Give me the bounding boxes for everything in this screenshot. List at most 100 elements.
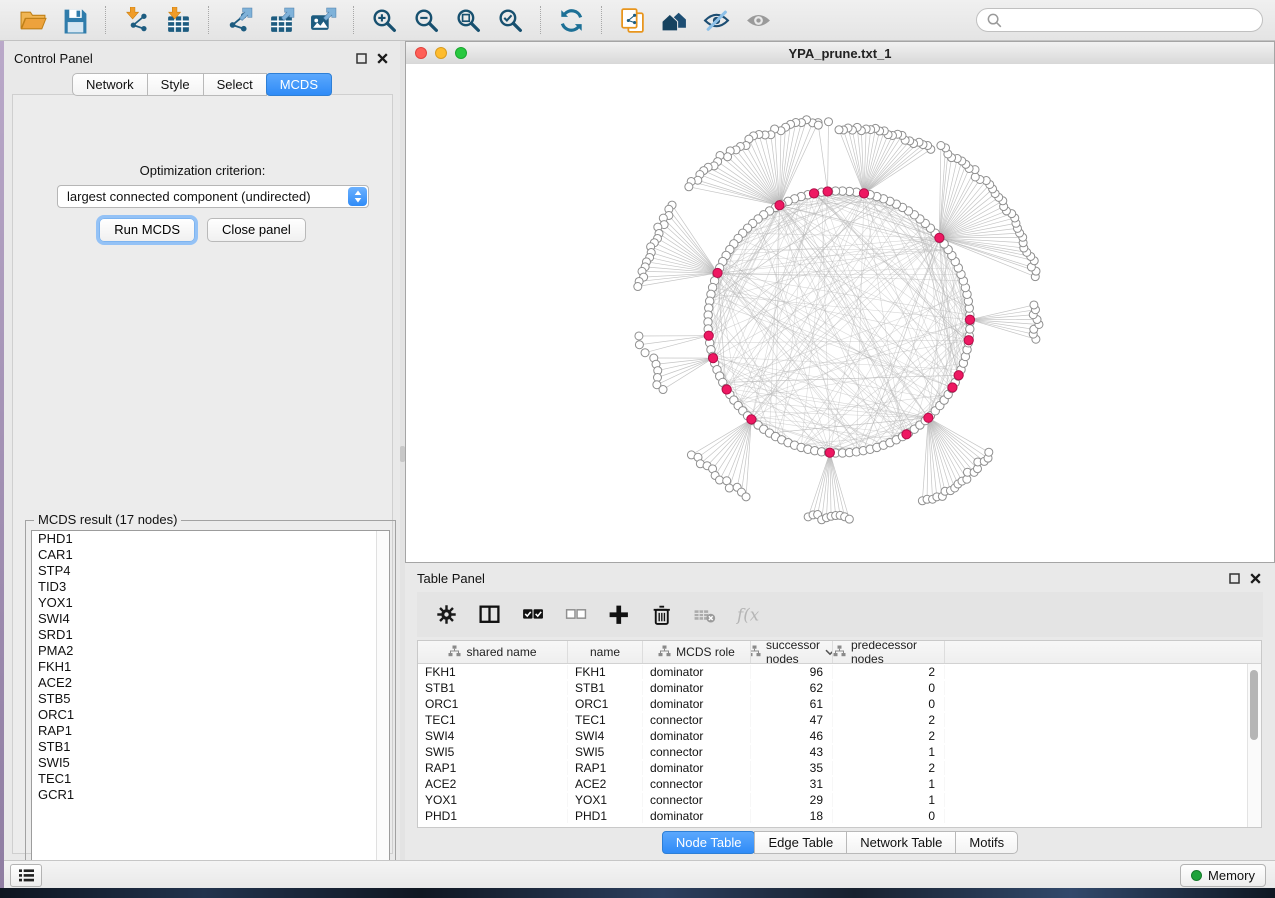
control-panel-title: Control Panel <box>14 51 93 66</box>
tab-style[interactable]: Style <box>147 73 204 96</box>
chevron-down-icon[interactable] <box>825 645 833 659</box>
tab-mcds[interactable]: MCDS <box>266 73 332 96</box>
column-header-name[interactable]: name <box>568 641 643 663</box>
table-row[interactable]: PHD1PHD1dominator180 <box>418 808 1261 824</box>
function-builder-button: f(x) <box>734 602 760 628</box>
optimization-select[interactable]: largest connected component (undirected) <box>57 185 369 208</box>
duplicate-network-button[interactable] <box>614 4 650 36</box>
open-file-icon <box>20 7 47 34</box>
mcds-result-item[interactable]: SRD1 <box>32 627 389 643</box>
table-row[interactable]: YOX1YOX1connector291 <box>418 792 1261 808</box>
tab-edge-table[interactable]: Edge Table <box>754 831 847 854</box>
select-all-button[interactable] <box>519 602 545 628</box>
cell: 61 <box>751 697 833 711</box>
cell: PHD1 <box>568 809 643 823</box>
refresh-view-button[interactable] <box>553 4 589 36</box>
column-header-successor-nodes[interactable]: successor nodes <box>751 641 833 663</box>
table-row[interactable]: FKH1FKH1dominator962 <box>418 664 1261 680</box>
table-mode-button[interactable] <box>433 602 459 628</box>
memory-button[interactable]: Memory <box>1180 864 1266 887</box>
first-neighbors-icon <box>661 7 688 34</box>
column-header-shared-name[interactable]: shared name <box>418 641 568 663</box>
zoom-in-button[interactable] <box>366 4 402 36</box>
tab-network[interactable]: Network <box>72 73 148 96</box>
search-box[interactable] <box>976 8 1263 32</box>
mcds-result-item[interactable]: STB1 <box>32 739 389 755</box>
mcds-result-list[interactable]: PHD1CAR1STP4TID3YOX1SWI4SRD1PMA2FKH1ACE2… <box>31 530 390 885</box>
import-network-button[interactable] <box>118 4 154 36</box>
mcds-result-item[interactable]: STB5 <box>32 691 389 707</box>
float-panel-icon[interactable] <box>356 53 367 64</box>
hide-selected-button[interactable] <box>698 4 734 36</box>
mcds-result-item[interactable]: FKH1 <box>32 659 389 675</box>
cell: dominator <box>643 809 751 823</box>
tab-network-table[interactable]: Network Table <box>846 831 956 854</box>
open-file-button[interactable] <box>15 4 51 36</box>
show-panels-button[interactable] <box>10 864 42 887</box>
search-input[interactable] <box>1009 12 1253 29</box>
scrollbar-thumb[interactable] <box>1250 670 1258 740</box>
table-row[interactable]: SWI5SWI5connector431 <box>418 744 1261 760</box>
mcds-result-item[interactable]: YOX1 <box>32 595 389 611</box>
export-table-button[interactable] <box>263 4 299 36</box>
table-row[interactable]: ACE2ACE2connector311 <box>418 776 1261 792</box>
close-table-panel-icon[interactable] <box>1250 573 1261 584</box>
deselect-all-button[interactable] <box>562 602 588 628</box>
mcds-result-item[interactable]: PMA2 <box>32 643 389 659</box>
mcds-result-item[interactable]: ACE2 <box>32 675 389 691</box>
show-columns-button[interactable] <box>476 602 502 628</box>
mcds-result-item[interactable]: STP4 <box>32 563 389 579</box>
zoom-out-button[interactable] <box>408 4 444 36</box>
cell: 0 <box>833 697 945 711</box>
table-panel-header: Table Panel <box>405 563 1275 590</box>
zoom-selected-icon <box>497 7 524 34</box>
column-header-MCDS-role[interactable]: MCDS role <box>643 641 751 663</box>
export-network-button[interactable] <box>221 4 257 36</box>
float-table-panel-icon[interactable] <box>1229 573 1240 584</box>
delete-columns-button[interactable] <box>648 602 674 628</box>
mcds-result-item[interactable]: TEC1 <box>32 771 389 787</box>
create-column-button[interactable] <box>605 602 631 628</box>
mcds-result-item[interactable]: PHD1 <box>32 531 389 547</box>
mcds-result-item[interactable]: RAP1 <box>32 723 389 739</box>
table-row[interactable]: TEC1TEC1connector472 <box>418 712 1261 728</box>
table-row[interactable]: STB1STB1dominator620 <box>418 680 1261 696</box>
mcds-result-item[interactable]: ORC1 <box>32 707 389 723</box>
mcds-result-item[interactable]: CAR1 <box>32 547 389 563</box>
mcds-result-item[interactable]: SWI5 <box>32 755 389 771</box>
network-window-titlebar[interactable]: YPA_prune.txt_1 <box>406 42 1274 65</box>
mcds-result-item[interactable]: GCR1 <box>32 787 389 803</box>
zoom-fit-icon <box>455 7 482 34</box>
table-scrollbar[interactable] <box>1247 664 1261 827</box>
tab-select[interactable]: Select <box>203 73 267 96</box>
import-table-button[interactable] <box>160 4 196 36</box>
network-canvas[interactable] <box>406 64 1274 562</box>
table-toolbar: f(x) <box>417 592 1263 637</box>
table-row[interactable]: ORC1ORC1dominator610 <box>418 696 1261 712</box>
cell: dominator <box>643 697 751 711</box>
zoom-fit-button[interactable] <box>450 4 486 36</box>
save-session-button[interactable] <box>57 4 93 36</box>
close-panel-icon[interactable] <box>377 53 388 64</box>
export-image-button[interactable] <box>305 4 341 36</box>
run-mcds-button[interactable]: Run MCDS <box>99 218 195 242</box>
table-row[interactable]: RAP1RAP1dominator352 <box>418 760 1261 776</box>
close-panel-button[interactable]: Close panel <box>207 218 306 242</box>
duplicate-network-icon <box>619 7 646 34</box>
column-header-predecessor-nodes[interactable]: predecessor nodes <box>833 641 945 663</box>
column-header-filler <box>945 641 1261 663</box>
node-table[interactable]: shared namenameMCDS rolesuccessor nodesp… <box>417 640 1262 828</box>
mcds-result-item[interactable]: SWI4 <box>32 611 389 627</box>
delete-table-button <box>691 602 717 628</box>
mcds-result-item[interactable]: TID3 <box>32 579 389 595</box>
table-mode-icon <box>435 603 458 626</box>
mcds-list-scrollbar[interactable] <box>376 531 389 884</box>
zoom-selected-button[interactable] <box>492 4 528 36</box>
zoom-in-icon <box>371 7 398 34</box>
first-neighbors-button[interactable] <box>656 4 692 36</box>
table-row[interactable]: SWI4SWI4dominator462 <box>418 728 1261 744</box>
tab-motifs[interactable]: Motifs <box>955 831 1018 854</box>
tab-node-table[interactable]: Node Table <box>662 831 756 854</box>
show-all-button[interactable] <box>740 4 776 36</box>
hierarchy-icon <box>448 645 461 660</box>
